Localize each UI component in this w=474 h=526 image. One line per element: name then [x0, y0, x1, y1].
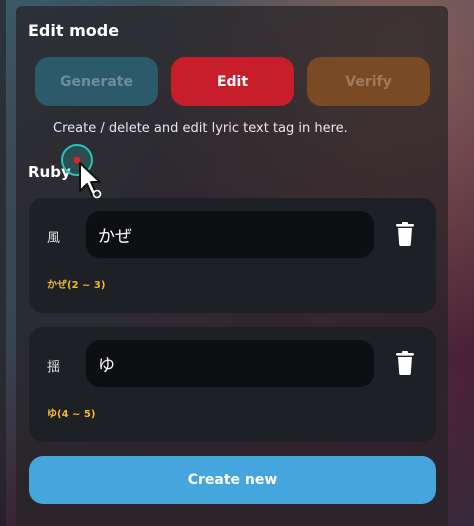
create-new-button[interactable]: Create new	[29, 456, 436, 504]
ruby-kanji-label: 風	[47, 231, 61, 246]
ruby-kanji-label: 揺	[47, 360, 61, 375]
ruby-item: 揺 ゆ(4 ~ 5)	[29, 327, 436, 442]
generate-mode-button[interactable]: Generate	[35, 57, 158, 106]
panel-title: Edit mode	[28, 21, 120, 40]
trash-icon[interactable]	[395, 351, 415, 375]
verify-mode-button[interactable]: Verify	[307, 57, 430, 106]
ruby-section-label: Ruby	[28, 163, 71, 181]
ruby-item: 風 かぜ(2 ~ 3)	[29, 198, 436, 313]
edit-mode-button[interactable]: Edit	[171, 57, 294, 106]
background-strip	[0, 0, 6, 526]
ruby-text-input[interactable]	[86, 211, 374, 258]
ruby-range-label: かぜ(2 ~ 3)	[47, 280, 106, 291]
trash-icon[interactable]	[395, 222, 415, 246]
ruby-range-label: ゆ(4 ~ 5)	[47, 409, 96, 420]
ruby-text-input[interactable]	[86, 340, 374, 387]
mode-description: Create / delete and edit lyric text tag …	[53, 121, 348, 136]
